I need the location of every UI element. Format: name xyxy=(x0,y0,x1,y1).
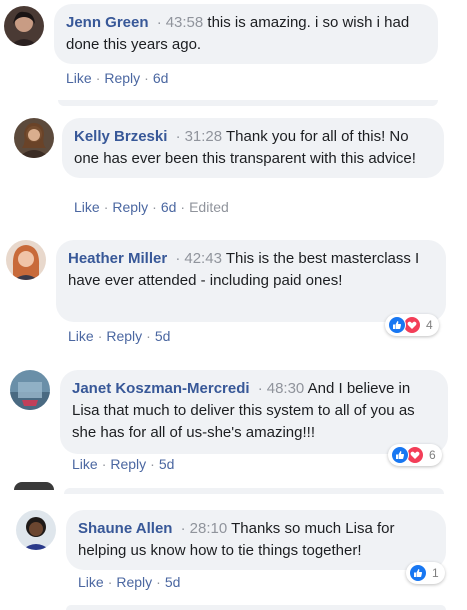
comment-actions: Like · Reply · 5d xyxy=(78,574,180,590)
comment-timestamp[interactable]: 43:58 xyxy=(166,14,204,31)
like-button[interactable]: Like xyxy=(72,456,98,472)
comment-actions: Like · Reply · 6d xyxy=(66,70,168,86)
reply-button[interactable]: Reply xyxy=(110,456,146,472)
comment-bubble: Jenn Green · 43:58 this is amazing. i so … xyxy=(54,4,438,64)
comment-bubble: Shaune Allen · 28:10 Thanks so much Lisa … xyxy=(66,510,446,570)
like-button[interactable]: Like xyxy=(78,574,104,590)
reply-button[interactable]: Reply xyxy=(116,574,152,590)
comment-age[interactable]: 6d xyxy=(153,70,169,86)
separator: · xyxy=(101,456,107,472)
separator: · xyxy=(257,380,263,397)
separator: · xyxy=(175,128,181,145)
comment-age[interactable]: 6d xyxy=(161,199,177,215)
separator: · xyxy=(180,199,186,215)
comment-author[interactable]: Heather Miller xyxy=(68,250,167,267)
reply-button[interactable]: Reply xyxy=(106,328,142,344)
avatar[interactable] xyxy=(4,6,44,46)
comment-author[interactable]: Shaune Allen xyxy=(78,520,172,537)
avatar[interactable] xyxy=(14,482,54,490)
thumbs-up-icon xyxy=(409,564,427,582)
reply-button[interactable]: Reply xyxy=(104,70,140,86)
separator: · xyxy=(152,199,157,215)
thumbs-up-icon xyxy=(388,316,406,334)
comment-timestamp[interactable]: 28:10 xyxy=(190,520,228,537)
comment-bubble: Heather Miller · 42:43 This is the best m… xyxy=(56,240,446,322)
comment-actions: Like · Reply · 6d · Edited xyxy=(74,199,229,215)
separator: · xyxy=(97,328,103,344)
avatar[interactable] xyxy=(6,240,46,280)
reply-button[interactable]: Reply xyxy=(112,199,148,215)
separator: · xyxy=(103,199,109,215)
like-button[interactable]: Like xyxy=(66,70,92,86)
comment-timestamp[interactable]: 48:30 xyxy=(267,380,305,397)
reaction-summary[interactable]: 6 xyxy=(388,444,442,466)
comment-bubble: Janet Koszman-Mercredi · 48:30 And I beli… xyxy=(60,370,448,454)
separator: · xyxy=(95,70,101,86)
avatar[interactable] xyxy=(16,510,56,550)
edited-label[interactable]: Edited xyxy=(189,199,229,215)
separator: · xyxy=(146,328,151,344)
separator: · xyxy=(107,574,113,590)
avatar[interactable] xyxy=(14,118,54,158)
separator: · xyxy=(144,70,149,86)
separator: · xyxy=(156,574,161,590)
like-button[interactable]: Like xyxy=(74,199,100,215)
comment-actions: Like · Reply · 5d xyxy=(72,456,174,472)
thumbs-up-icon xyxy=(391,446,409,464)
comment-bubble: Kelly Brzeski · 31:28 Thank you for all o… xyxy=(62,118,444,178)
comment-timestamp[interactable]: 31:28 xyxy=(185,128,223,145)
partial-comment-bubble xyxy=(66,605,446,610)
separator: · xyxy=(156,14,162,31)
separator: · xyxy=(180,520,186,537)
comment-author[interactable]: Janet Koszman-Mercredi xyxy=(72,380,250,397)
reaction-count: 1 xyxy=(432,566,439,580)
separator: · xyxy=(175,250,181,267)
comment-age[interactable]: 5d xyxy=(165,574,181,590)
reaction-count: 6 xyxy=(429,448,436,462)
comment-age[interactable]: 5d xyxy=(155,328,171,344)
separator: · xyxy=(150,456,155,472)
reaction-summary[interactable]: 1 xyxy=(406,562,445,584)
partial-comment-bubble xyxy=(58,100,438,106)
partial-comment-bubble xyxy=(64,488,444,494)
reaction-count: 4 xyxy=(426,318,433,332)
reaction-summary[interactable]: 4 xyxy=(385,314,439,336)
comment-author[interactable]: Jenn Green xyxy=(66,14,149,31)
comment-actions: Like · Reply · 5d xyxy=(68,328,170,344)
comment-timestamp[interactable]: 42:43 xyxy=(184,250,222,267)
comment-author[interactable]: Kelly Brzeski xyxy=(74,128,167,145)
avatar[interactable] xyxy=(10,370,50,410)
like-button[interactable]: Like xyxy=(68,328,94,344)
comment-age[interactable]: 5d xyxy=(159,456,175,472)
